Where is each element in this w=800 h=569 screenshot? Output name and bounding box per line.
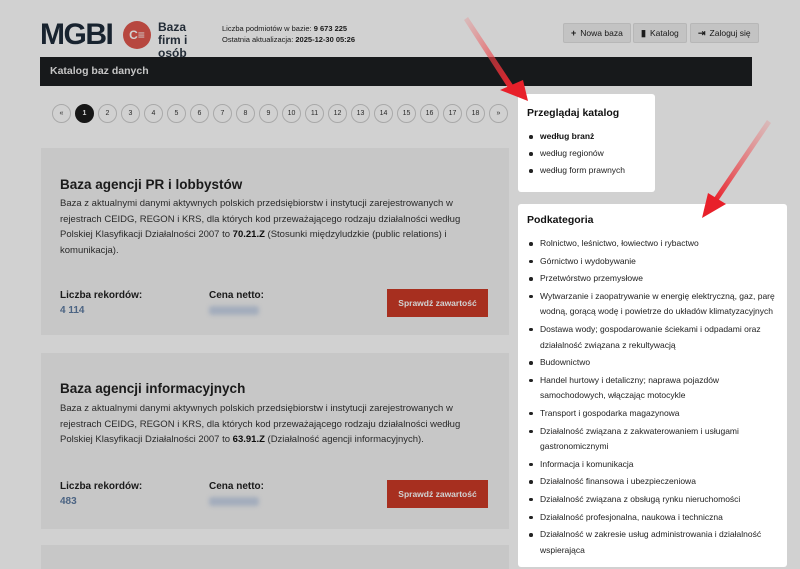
subcategory-item[interactable]: Budownictwo [527, 355, 778, 371]
login-label: Zaloguj się [709, 28, 751, 38]
subcategory-item[interactable]: Rolnictwo, leśnictwo, łowiectwo i rybact… [527, 236, 778, 252]
pagination-page[interactable]: 7 [213, 104, 232, 123]
pagination-page[interactable]: 18 [466, 104, 485, 123]
subcategory-item[interactable]: Działalność profesjonalna, naukowa i tec… [527, 510, 778, 526]
pagination-page[interactable]: 10 [282, 104, 301, 123]
pkd-code: 70.21.Z [232, 229, 265, 240]
pkd-code: 63.91.Z [232, 434, 265, 445]
pagination-page[interactable]: 16 [420, 104, 439, 123]
plus-icon: + [571, 28, 577, 38]
price-label: Cena netto: [209, 481, 264, 492]
count-value: 9 673 225 [313, 24, 348, 33]
price-value-blurred [209, 306, 259, 315]
catalog-list: według branż według regionów według form… [527, 129, 646, 178]
subcategory-item[interactable]: Działalność związana z obsługą rynku nie… [527, 492, 778, 508]
catalog-button[interactable]: ▮ Katalog [633, 23, 687, 43]
section-title-bar: Katalog baz danych [40, 57, 752, 86]
pagination-next[interactable]: » [489, 104, 508, 123]
pagination: « 1 2 3 4 5 6 7 8 9 10 11 12 13 14 15 16… [52, 104, 508, 123]
subcategory-panel-title: Podkategoria [527, 214, 594, 226]
logo-text[interactable]: MGBI [40, 18, 114, 52]
pagination-page[interactable]: 14 [374, 104, 393, 123]
new-base-button[interactable]: + Nowa baza [563, 23, 631, 43]
pagination-page[interactable]: 6 [190, 104, 209, 123]
pagination-page[interactable]: 13 [351, 104, 370, 123]
logo-subtitle[interactable]: Baza firm i osób [158, 21, 208, 60]
pagination-page[interactable]: 1 [75, 104, 94, 123]
section-title: Katalog baz danych [50, 65, 149, 77]
subcategory-item[interactable]: Działalność związana z zakwaterowaniem i… [527, 424, 778, 455]
pagination-page[interactable]: 5 [167, 104, 186, 123]
records-label: Liczba rekordów: [60, 481, 143, 492]
subcategory-item[interactable]: Transport i gospodarka magazynowa [527, 406, 778, 422]
card-description: Baza z aktualnymi danymi aktywnych polsk… [60, 198, 461, 256]
catalog-panel: Przeglądaj katalog według branż według r… [518, 94, 655, 192]
pagination-prev[interactable]: « [52, 104, 71, 123]
subcategory-item[interactable]: Działalność finansowa i ubezpieczeniowa [527, 474, 778, 490]
subcategory-item[interactable]: Górnictwo i wydobywanie [527, 254, 778, 270]
card-title[interactable]: Baza agencji PR i lobbystów [60, 177, 242, 192]
login-button[interactable]: ⇥ Zaloguj się [690, 23, 759, 43]
records-value: 483 [60, 496, 77, 507]
subcategory-list: Rolnictwo, leśnictwo, łowiectwo i rybact… [527, 236, 778, 558]
catalog-label: Katalog [649, 28, 679, 38]
pagination-page[interactable]: 12 [328, 104, 347, 123]
pagination-page[interactable]: 17 [443, 104, 462, 123]
catalog-panel-title: Przeglądaj katalog [527, 107, 620, 119]
price-value-blurred [209, 497, 259, 506]
check-contents-button[interactable]: Sprawdź zawartość [387, 480, 488, 508]
pagination-page[interactable]: 15 [397, 104, 416, 123]
pagination-page[interactable]: 8 [236, 104, 255, 123]
card-title[interactable]: Baza agencji informacyjnych [60, 381, 245, 396]
pagination-page[interactable]: 3 [121, 104, 140, 123]
price-label: Cena netto: [209, 290, 264, 301]
subcategory-item[interactable]: Handel hurtowy i detaliczny; naprawa poj… [527, 373, 778, 404]
update-label: Ostatnia aktualizacja: [222, 35, 294, 44]
new-base-label: Nowa baza [580, 28, 623, 38]
subcategory-panel: Podkategoria Rolnictwo, leśnictwo, łowie… [518, 204, 787, 567]
database-card: Baza agencji PR i lobbystów Baza z aktua… [41, 148, 509, 335]
pagination-page[interactable]: 9 [259, 104, 278, 123]
database-stats: Liczba podmiotów w bazie: 9 673 225 Osta… [222, 23, 355, 45]
check-contents-button[interactable]: Sprawdź zawartość [387, 289, 488, 317]
subcategory-item[interactable]: Informacja i komunikacja [527, 457, 778, 473]
subcategory-item[interactable]: Dostawa wody; gospodarowanie ściekami i … [527, 322, 778, 353]
catalog-item-by-region[interactable]: według regionów [527, 146, 646, 161]
pagination-page[interactable]: 4 [144, 104, 163, 123]
subcategory-item[interactable]: Działalność w zakresie usług administrow… [527, 527, 778, 558]
logo-badge-icon[interactable]: C≡ [123, 21, 151, 49]
records-label: Liczba rekordów: [60, 290, 143, 301]
catalog-item-by-legal-form[interactable]: według form prawnych [527, 163, 646, 178]
database-card [41, 545, 509, 569]
count-label: Liczba podmiotów w bazie: [222, 24, 312, 33]
pagination-page[interactable]: 2 [98, 104, 117, 123]
update-value: 2025-12-30 05:26 [295, 35, 356, 44]
book-icon: ▮ [641, 27, 646, 38]
database-card: Baza agencji informacyjnych Baza z aktua… [41, 353, 509, 529]
login-icon: ⇥ [698, 27, 706, 38]
catalog-item-by-industry[interactable]: według branż [527, 129, 646, 144]
header: MGBI C≡ Baza firm i osób Liczba podmiotó… [0, 0, 800, 60]
records-value: 4 114 [60, 305, 85, 316]
pagination-page[interactable]: 11 [305, 104, 324, 123]
subcategory-item[interactable]: Przetwórstwo przemysłowe [527, 271, 778, 287]
card-description: Baza z aktualnymi danymi aktywnych polsk… [60, 403, 461, 445]
subcategory-item[interactable]: Wytwarzanie i zaopatrywanie w energię el… [527, 289, 778, 320]
